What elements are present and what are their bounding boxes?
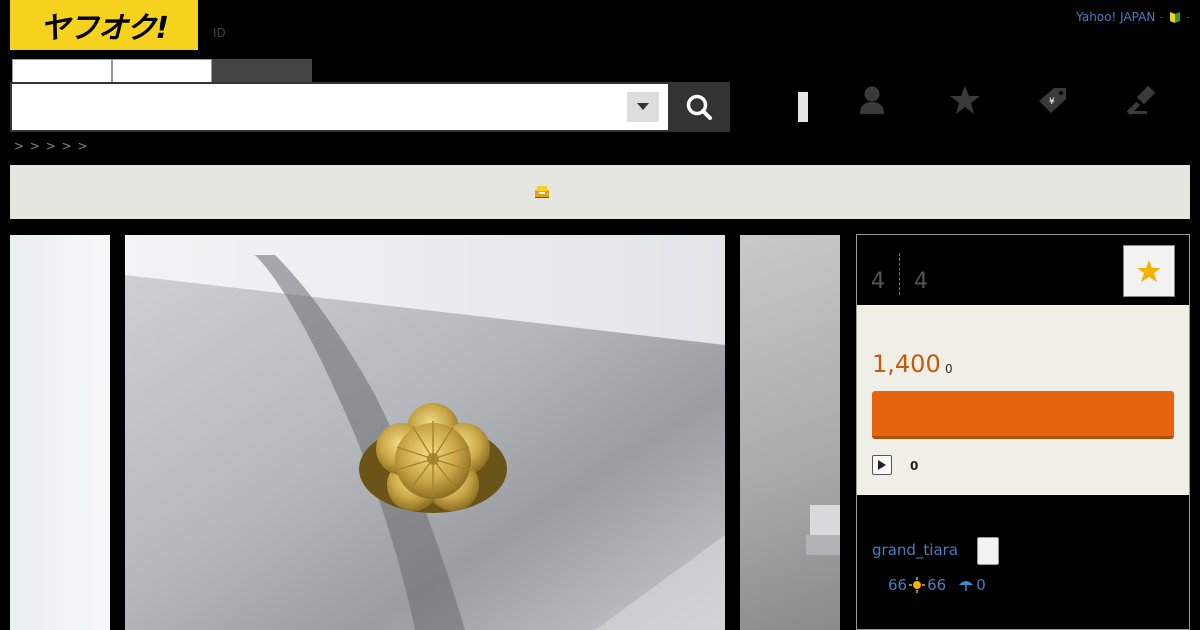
notice-icon [534,183,550,203]
good-rating-count[interactable]: 66 [927,576,946,594]
price-suffix: 0 [945,362,953,376]
add-to-watchlist-button[interactable] [1123,245,1175,297]
id-label[interactable]: ID [213,26,226,40]
count-divider [899,253,900,295]
bid-button[interactable] [872,391,1174,439]
tab-3[interactable] [212,59,312,83]
prev-image-thumbnail[interactable] [10,235,110,630]
play-icon [878,460,886,470]
search-tabs [12,59,312,83]
umbrella-icon [959,581,974,591]
sun-icon [909,577,926,593]
next-image-thumbnail[interactable] [740,235,840,630]
watch-count: 4 [871,268,885,294]
rating-total[interactable]: 66 [888,576,907,594]
logo-text: ヤフオク! [39,11,169,46]
global-nav: Yahoo! JAPAN - - [1076,10,1190,24]
current-price: 1,400 [872,350,941,378]
auction-info-panel: 4 4 1,400 0 0 grand_tiara 66 66 0 [856,234,1190,630]
bid-count: 4 [914,268,928,294]
sell-button[interactable]: ¥ [1034,80,1074,120]
breadcrumb[interactable]: > > > > > [14,139,89,153]
yahuoku-logo[interactable]: ヤフオク! [10,0,198,50]
svg-text:¥: ¥ [1049,97,1055,107]
price-section: 1,400 0 0 [857,305,1189,495]
separator: - [1185,10,1190,24]
view-count: 0 [910,459,919,473]
star-icon [1137,260,1161,282]
tag-icon: ¥ [1039,88,1066,113]
search-icon [686,94,712,120]
play-button[interactable] [872,455,892,475]
watchlist-button[interactable] [945,80,985,120]
tab-2[interactable] [112,59,212,83]
my-page-button[interactable] [852,80,892,120]
category-select[interactable] [627,92,659,122]
nav-indicator [798,92,808,122]
info-banner [10,165,1190,219]
bid-history-button[interactable] [1123,80,1163,120]
seller-badge[interactable] [977,537,999,565]
user-icon [860,86,884,114]
main-product-image[interactable] [125,235,725,630]
search-input[interactable] [10,82,670,132]
yahoo-japan-link[interactable]: Yahoo! JAPAN [1076,10,1155,24]
gavel-icon [1127,85,1156,115]
chevron-down-icon [637,103,649,110]
seller-name-link[interactable]: grand_tiara [872,541,958,559]
tab-1[interactable] [12,59,112,83]
counts-row: 4 4 [871,253,928,295]
star-icon [950,86,980,114]
beginner-mark-icon[interactable] [1168,10,1182,24]
separator: - [1159,10,1164,24]
bad-rating-count[interactable]: 0 [976,576,986,594]
header-nav-icons: ¥ [790,80,1190,130]
seller-ratings[interactable]: 66 66 0 [888,576,986,594]
search-button[interactable] [668,82,730,132]
